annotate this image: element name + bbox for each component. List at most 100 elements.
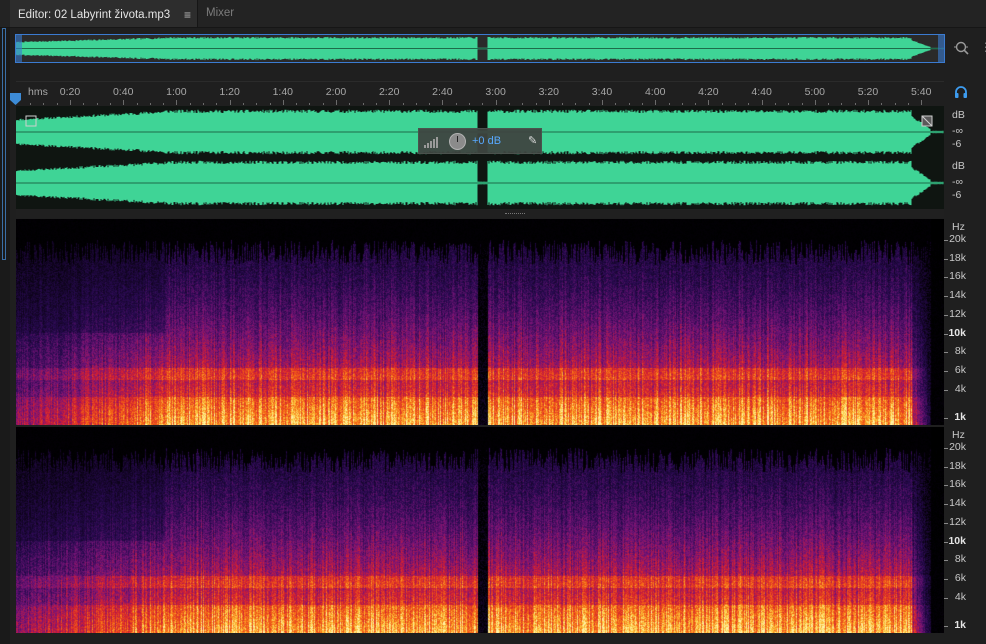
- hz-tick-label: 6k: [954, 571, 966, 584]
- time-tick-mark: [336, 100, 337, 105]
- time-minor-tick: [242, 103, 244, 105]
- time-minor-tick: [43, 103, 45, 105]
- time-tick-mark: [176, 100, 178, 105]
- time-minor-tick: [309, 103, 311, 105]
- time-minor-tick: [189, 103, 191, 105]
- tab-bar: Editor: 02 Labyrint života.mp3 ≡ Mixer: [0, 0, 986, 28]
- time-minor-tick: [96, 103, 98, 105]
- time-minor-tick: [748, 103, 750, 105]
- hz-tick-label: 14k: [949, 289, 966, 302]
- hz-tick-mark: [944, 541, 948, 543]
- time-minor-tick: [136, 103, 138, 105]
- divider-grip[interactable]: [505, 213, 525, 216]
- time-minor-tick: [828, 103, 830, 105]
- waveform-channel-2[interactable]: [16, 158, 944, 208]
- time-minor-tick: [429, 103, 431, 105]
- spectrogram-1: [16, 219, 944, 425]
- headphones-icon[interactable]: [954, 85, 968, 99]
- time-minor-tick: [788, 103, 790, 105]
- time-tick-mark: [442, 100, 444, 105]
- time-minor-tick: [375, 103, 377, 105]
- hz-tick-mark: [944, 448, 948, 449]
- time-minor-tick: [216, 103, 218, 105]
- left-panel-selection: [2, 28, 6, 260]
- hz-tick-label: 1k: [954, 411, 966, 423]
- spectral-channel-2[interactable]: [16, 427, 944, 633]
- hz-tick-label: 16k: [949, 270, 966, 283]
- time-ruler[interactable]: hms 0:20 0:40 1:00 1:20 1:40 2:00 2:20 2:40 3:00…: [16, 81, 944, 106]
- zoom-icon[interactable]: [954, 40, 970, 56]
- hz-tick-mark: [944, 370, 948, 372]
- time-tick-label: 3:40: [591, 86, 613, 98]
- time-tick-label: 5:20: [857, 86, 879, 98]
- db-inf-label: -∞: [952, 176, 963, 188]
- time-minor-tick: [588, 103, 590, 105]
- hz-tick-mark: [944, 296, 948, 298]
- hz-tick-mark: [944, 418, 948, 419]
- time-minor-tick: [628, 103, 630, 105]
- gain-hud[interactable]: +0 dB ✎: [418, 128, 542, 154]
- time-minor-tick: [854, 103, 856, 105]
- hz-tick-label: 20k: [949, 233, 966, 245]
- overview-menu-icon[interactable]: ⋮: [980, 40, 986, 54]
- hz-tick-mark: [944, 277, 948, 279]
- panel-divider[interactable]: [16, 209, 944, 218]
- hz-tick-mark: [944, 626, 948, 627]
- time-minor-tick: [83, 103, 85, 105]
- tab-editor[interactable]: Editor: 02 Labyrint života.mp3 ≡: [10, 0, 197, 27]
- time-tick-label: 0:20: [59, 86, 81, 98]
- hz-tick-mark: [944, 522, 948, 524]
- time-minor-tick: [296, 103, 298, 105]
- hz-tick-mark: [944, 466, 948, 468]
- time-minor-tick: [30, 103, 32, 105]
- time-tick-label: 5:00: [804, 86, 826, 98]
- time-minor-tick: [695, 103, 697, 105]
- playhead-icon[interactable]: [10, 93, 21, 105]
- hz-scale-channel-1: Hz 20k 18k 16k 14k 12k 10k 8k 6k 4k 1k: [944, 219, 986, 425]
- time-minor-tick: [109, 103, 111, 105]
- time-minor-tick: [774, 103, 776, 105]
- time-minor-tick: [482, 103, 484, 105]
- tab-editor-label: Editor: 02 Labyrint života.mp3: [18, 9, 171, 21]
- spectral-channel-1[interactable]: [16, 219, 944, 425]
- gain-value[interactable]: +0 dB: [472, 135, 501, 147]
- time-minor-tick: [841, 103, 843, 105]
- time-tick-mark: [389, 100, 391, 105]
- time-minor-tick: [721, 103, 723, 105]
- gain-knob-icon[interactable]: [449, 133, 466, 150]
- overview-waveform-graphic: [15, 35, 944, 62]
- overview-waveform[interactable]: [15, 34, 945, 63]
- tab-mixer[interactable]: Mixer: [197, 0, 265, 27]
- time-minor-tick: [349, 103, 351, 105]
- time-minor-tick: [56, 103, 58, 105]
- hz-tick-label: 6k: [954, 363, 966, 376]
- pin-icon[interactable]: ✎: [528, 134, 537, 147]
- hz-scale-channel-2: Hz 20k 18k 16k 14k 12k 10k 8k 6k 4k 1k: [944, 427, 986, 633]
- time-tick-mark: [602, 100, 603, 105]
- time-minor-tick: [562, 103, 564, 105]
- time-tick-mark: [282, 100, 284, 105]
- hz-tick-label: 4k: [954, 590, 966, 603]
- hz-tick-mark: [944, 504, 948, 506]
- time-tick-label: 2:20: [378, 86, 400, 98]
- time-tick-mark: [921, 100, 923, 105]
- hz-tick-label: 12k: [949, 307, 966, 320]
- time-tick-label: 4:20: [698, 86, 719, 98]
- time-tick-label: 1:40: [272, 86, 294, 98]
- time-tick-label: 5:40: [910, 86, 932, 98]
- hz-tick-mark: [944, 352, 948, 354]
- time-minor-tick: [322, 103, 324, 105]
- time-tick-mark: [229, 100, 231, 105]
- time-tick-label: 4:40: [751, 86, 772, 98]
- time-tick-label: 4:00: [644, 86, 666, 98]
- time-minor-tick: [907, 103, 909, 105]
- time-tick-mark: [761, 100, 763, 105]
- time-minor-tick: [163, 103, 165, 105]
- hz-unit-label: Hz: [952, 429, 965, 441]
- time-tick-mark: [123, 100, 125, 105]
- tab-menu-icon[interactable]: ≡: [184, 2, 191, 28]
- time-minor-tick: [735, 103, 736, 105]
- time-minor-tick: [801, 103, 803, 105]
- hz-tick-mark: [944, 240, 948, 241]
- hz-tick-label: 10k: [948, 326, 966, 339]
